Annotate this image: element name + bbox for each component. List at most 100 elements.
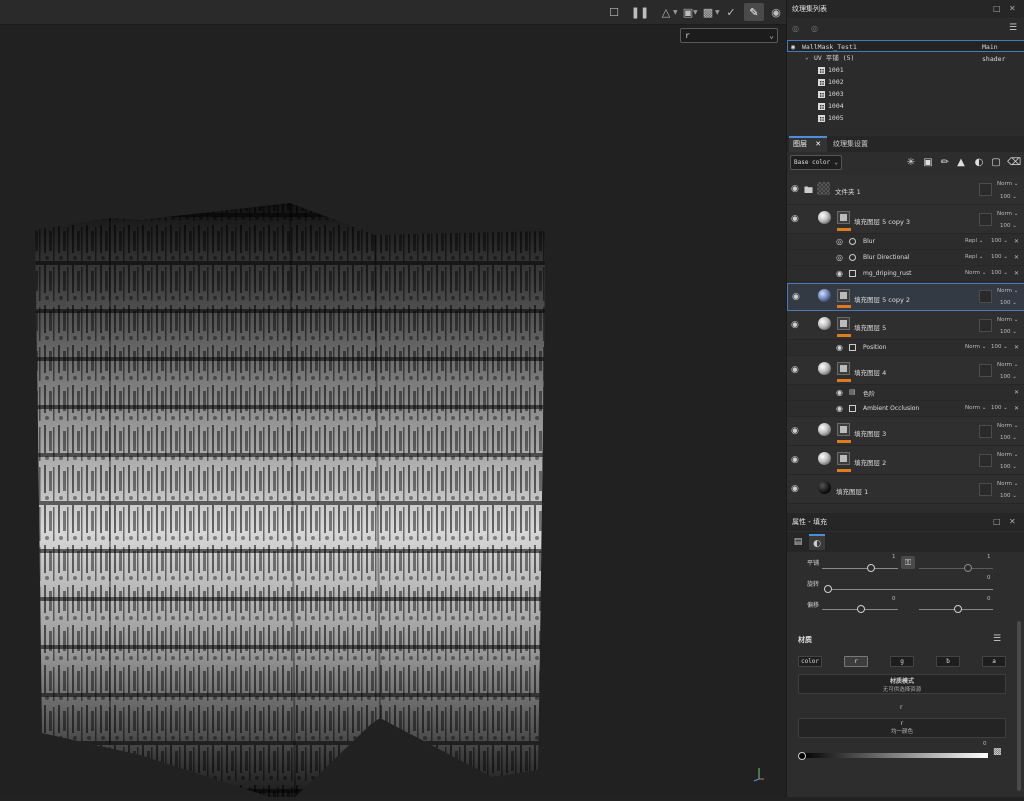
undock-icon[interactable]: □ [993, 513, 1001, 531]
menu-icon[interactable]: ☰ [1009, 23, 1017, 33]
tiling-slider-knob[interactable] [964, 564, 972, 572]
effect-row[interactable]: ◉ Position Norm ⌄ 100 ⌄ ✕ [787, 340, 1024, 356]
opacity-value[interactable]: 100 ⌄ [991, 238, 1008, 244]
menu-icon[interactable]: ☰ [993, 634, 1001, 644]
add-mask-icon[interactable]: ▣ [922, 157, 934, 169]
close-icon[interactable]: ✕ [1014, 270, 1019, 277]
viewport-channel-select[interactable]: r ⌄ [680, 28, 778, 43]
eye-icon[interactable]: ◉ [791, 184, 799, 194]
opacity-value[interactable]: 100 ⌄ [991, 405, 1008, 411]
opacity-value[interactable]: 100 ⌄ [1000, 223, 1017, 229]
layer-color-swatch[interactable] [979, 483, 992, 496]
material-mode-box[interactable]: 材质模式 无可供选择资源 [798, 674, 1006, 694]
screenshot-icon[interactable]: ◉ [766, 3, 786, 21]
opacity-value[interactable]: 100 ⌄ [991, 254, 1008, 260]
mask-thumbnail[interactable] [837, 362, 850, 375]
layer-fill[interactable]: ◉ 填充图层 2 Norm ⌄ 100 ⌄ [787, 447, 1024, 475]
add-fill-layer-icon[interactable]: ▲ [955, 157, 967, 169]
close-icon[interactable]: ✕ [815, 140, 821, 148]
chevron-down-icon[interactable]: ▼ [673, 9, 678, 16]
offset-x-slider-knob[interactable] [857, 605, 865, 613]
channel-button-b[interactable]: b [936, 656, 960, 667]
mask-thumbnail[interactable] [837, 423, 850, 436]
add-folder-icon[interactable]: ▢ [990, 157, 1002, 169]
blend-mode[interactable]: Norm ⌄ [997, 362, 1018, 368]
blend-mode[interactable]: Norm ⌄ [965, 270, 986, 276]
opacity-value[interactable]: 100 ⌄ [991, 270, 1008, 276]
eye-icon[interactable]: ◎ [836, 237, 843, 246]
blend-mode[interactable]: Repl ⌄ [965, 238, 983, 244]
uv-tile-item[interactable]: 1004 [818, 100, 878, 112]
effect-row[interactable]: ◉ Ambient Occlusion Norm ⌄ 100 ⌄ ✕ [787, 401, 1024, 417]
blend-mode[interactable]: Norm ⌄ [997, 481, 1018, 487]
layer-folder[interactable]: ◉ 🖿 文件夹 1 Norm ⌄ 100 ⌄ [787, 175, 1024, 205]
rotation-slider-track[interactable] [827, 589, 993, 590]
blend-mode[interactable]: Norm ⌄ [965, 405, 986, 411]
gradient-slider-track[interactable] [801, 753, 988, 758]
mask-thumbnail[interactable] [837, 289, 850, 302]
visibility-icon[interactable]: ◎ [811, 24, 818, 33]
lock-icon[interactable]: ⚿ [901, 556, 915, 569]
layer-fill[interactable]: ◉ 填充图层 1 Norm ⌄ 100 ⌄ [787, 476, 1024, 504]
eye-icon[interactable]: ◉ [791, 320, 799, 330]
hide-icon[interactable]: ◎ [792, 24, 799, 33]
layer-color-swatch[interactable] [979, 290, 992, 303]
blend-mode[interactable]: Norm ⌄ [965, 344, 986, 350]
blend-mode[interactable]: Repl ⌄ [965, 254, 983, 260]
close-icon[interactable]: ✕ [1014, 344, 1019, 351]
close-icon[interactable]: ✕ [1014, 254, 1019, 261]
channel-dropdown[interactable]: Base color ⌄ [790, 155, 842, 170]
opacity-value[interactable]: 100 ⌄ [1000, 464, 1017, 470]
close-icon[interactable]: ✕ [1014, 405, 1019, 412]
uv-tile-item[interactable]: 1005 [818, 112, 878, 124]
layer-fill[interactable]: ◉ 填充图层 4 Norm ⌄ 100 ⌄ [787, 357, 1024, 385]
chevron-down-icon[interactable]: ▼ [715, 9, 720, 16]
effect-row[interactable]: ◎ Blur Repl ⌄ 100 ⌄ ✕ [787, 234, 1024, 250]
properties-scrollbar[interactable] [1017, 621, 1021, 791]
close-icon[interactable]: ✕ [1009, 0, 1016, 18]
blend-mode[interactable]: Norm ⌄ [997, 181, 1018, 187]
tab-layers[interactable]: 图层 ✕ [789, 136, 827, 152]
opacity-value[interactable]: 100 ⌄ [1000, 194, 1017, 200]
add-smart-material-icon[interactable]: ◐ [973, 157, 985, 169]
tab-fill-settings[interactable]: ▤ [790, 534, 806, 550]
tab-texture-set-settings[interactable]: 纹理集设置 [829, 136, 872, 152]
rotation-slider-knob[interactable] [824, 585, 832, 593]
opacity-value[interactable]: 100 ⌄ [1000, 493, 1017, 499]
3d-viewport[interactable] [0, 25, 786, 798]
layer-color-swatch[interactable] [979, 213, 992, 226]
blend-mode[interactable]: Norm ⌄ [997, 317, 1018, 323]
paint-brush-icon[interactable]: ✎ [744, 3, 764, 21]
color-picker-icon[interactable]: ▩ [993, 747, 1002, 757]
uv-tile-item[interactable]: 1002 [818, 76, 878, 88]
pause-icon[interactable]: ❚❚ [630, 3, 650, 21]
blend-mode[interactable]: Norm ⌄ [997, 211, 1018, 217]
eye-icon[interactable]: ◉ [791, 455, 799, 465]
close-icon[interactable]: ✕ [1009, 513, 1016, 531]
hide-ui-icon[interactable]: ☐ [604, 3, 624, 21]
opacity-value[interactable]: 100 ⌄ [1000, 374, 1017, 380]
layer-color-swatch[interactable] [979, 454, 992, 467]
layer-color-swatch[interactable] [979, 319, 992, 332]
tiling-slider-knob[interactable] [867, 564, 875, 572]
add-effect-icon[interactable]: ✳ [905, 157, 917, 169]
eye-icon[interactable]: ◉ [836, 388, 843, 397]
close-icon[interactable]: ✕ [1014, 238, 1019, 245]
close-icon[interactable]: ✕ [1014, 389, 1019, 396]
blend-mode[interactable]: Norm ⌄ [997, 423, 1018, 429]
eye-icon[interactable]: ◉ [791, 426, 799, 436]
channel-button-g[interactable]: g [890, 656, 914, 667]
layer-color-swatch[interactable] [979, 364, 992, 377]
tiling-slider-track[interactable] [822, 568, 898, 569]
opacity-value[interactable]: 100 ⌄ [991, 344, 1008, 350]
opacity-value[interactable]: 100 ⌄ [1000, 300, 1017, 306]
blend-mode[interactable]: Norm ⌄ [997, 452, 1018, 458]
layer-fill[interactable]: ◉ 填充图层 3 Norm ⌄ 100 ⌄ [787, 418, 1024, 446]
eye-icon[interactable]: ◉ [791, 484, 799, 494]
channel-button-color[interactable]: color [798, 656, 822, 667]
add-paint-layer-icon[interactable]: ✏ [939, 157, 951, 169]
layer-fill[interactable]: ◉ 填充图层 5 copy 3 Norm ⌄ 100 ⌄ [787, 206, 1024, 234]
layer-fill-selected[interactable]: ◉ 填充图层 5 copy 2 Norm ⌄ 100 ⌄ [787, 283, 1024, 311]
channel-button-r[interactable]: r [844, 656, 868, 667]
tiling-slider-track[interactable] [919, 568, 993, 569]
